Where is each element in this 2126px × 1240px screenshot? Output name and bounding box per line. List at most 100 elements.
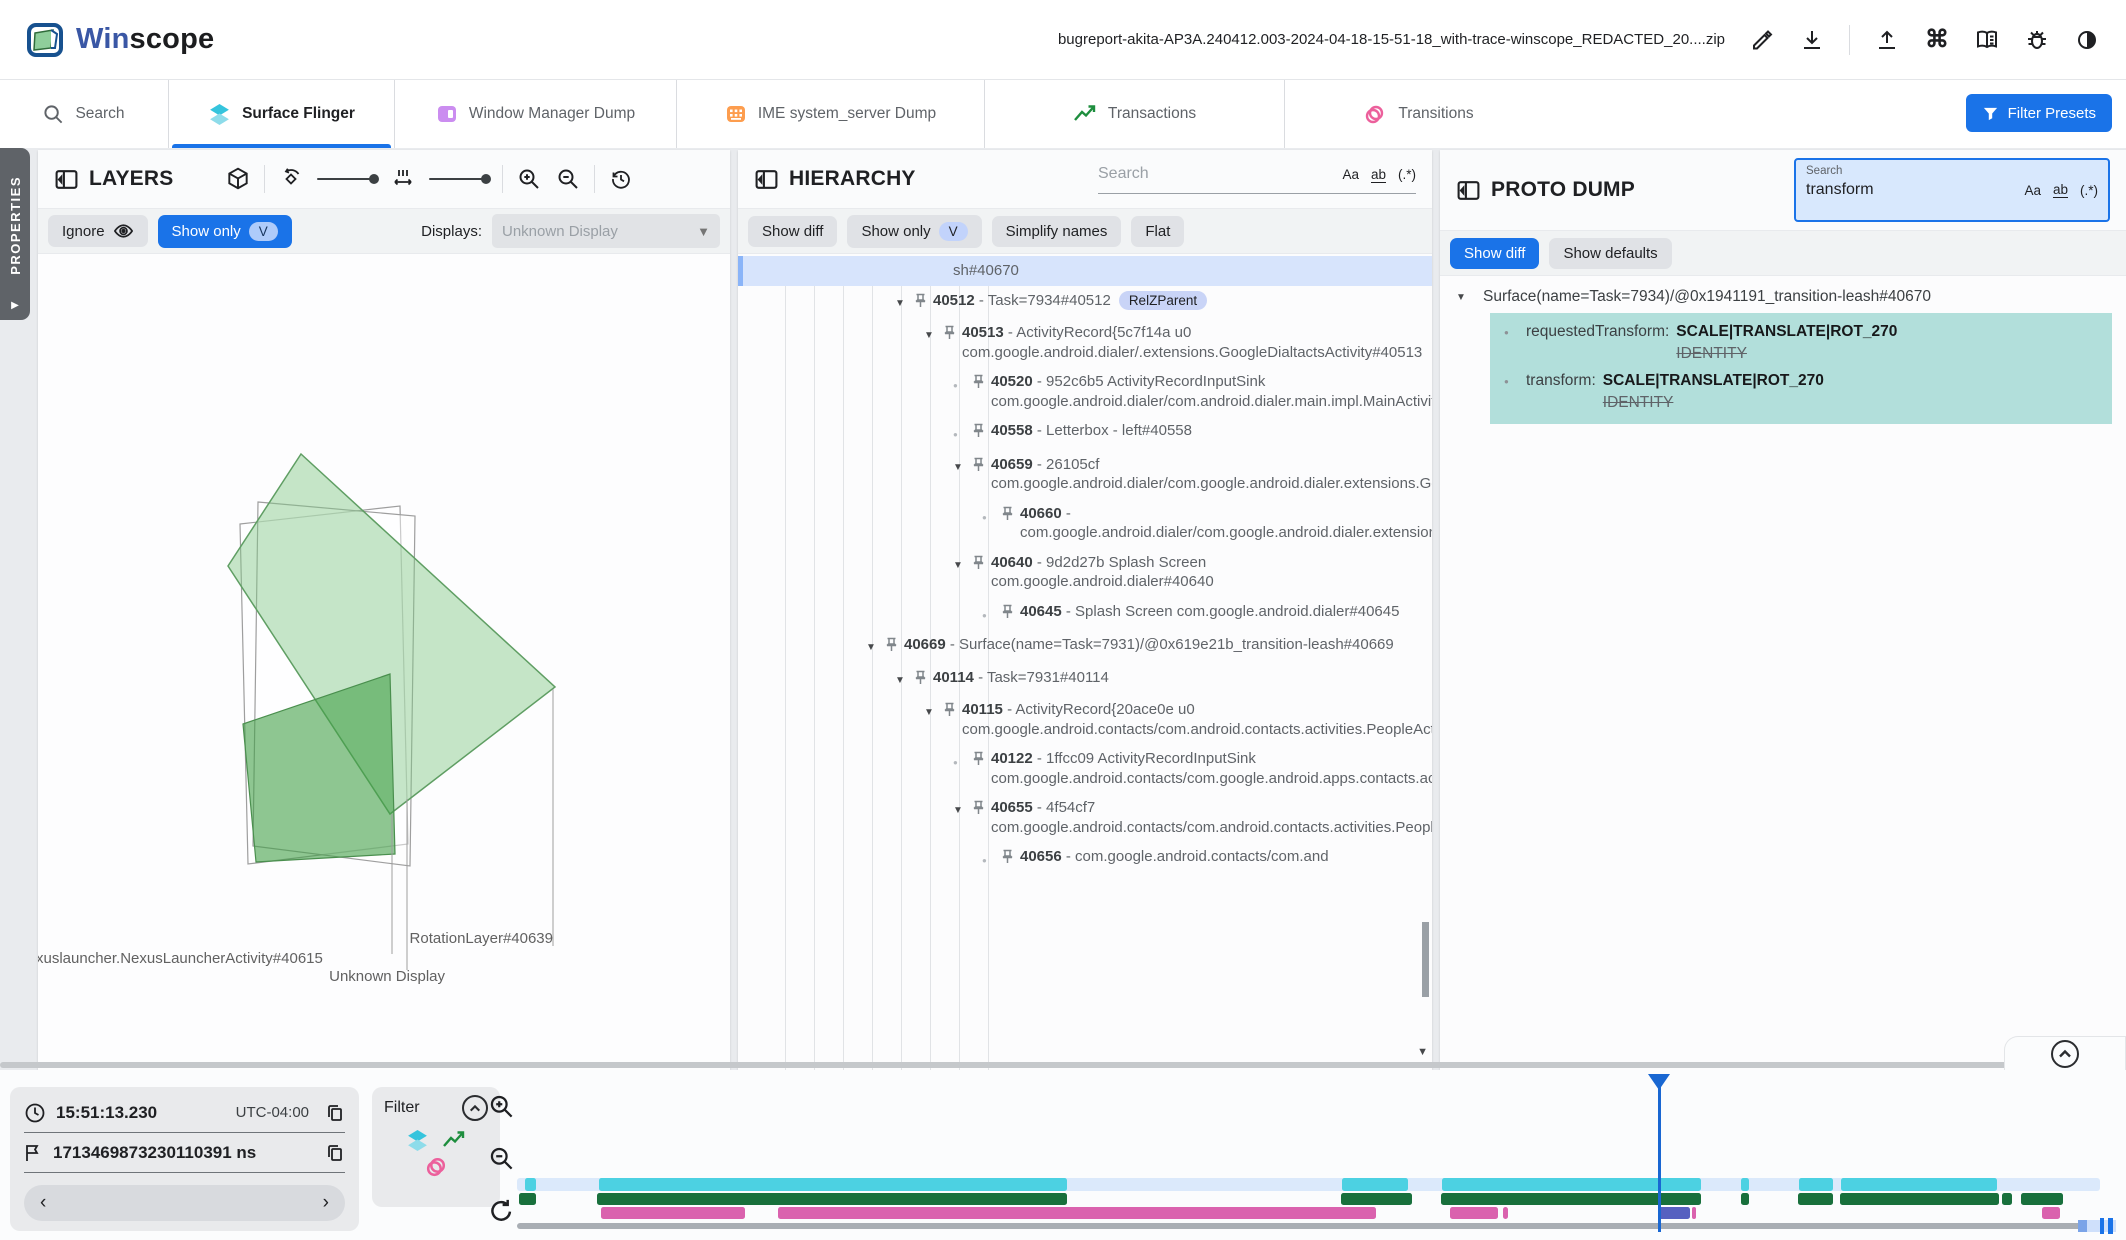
filter-layers-icon[interactable] [406, 1129, 429, 1152]
collapse-arrow-icon[interactable]: ▼ [866, 635, 885, 658]
timeline-segment[interactable] [2002, 1193, 2012, 1205]
pin-icon[interactable] [943, 323, 962, 346]
match-word-toggle[interactable]: ab [1371, 167, 1386, 183]
tree-node[interactable]: ●40645 - Splash Screen com.google.androi… [738, 597, 1432, 631]
hierarchy-scrollbar[interactable] [1422, 922, 1429, 997]
timeline-zoom-in-icon[interactable] [487, 1092, 515, 1120]
match-case-toggle[interactable]: Aa [2024, 183, 2041, 198]
timeline-segment[interactable] [599, 1178, 1067, 1191]
timeline-segment[interactable] [1799, 1178, 1833, 1191]
collapse-arrow-icon[interactable]: ▼ [953, 455, 972, 478]
pin-icon[interactable] [1001, 602, 1020, 625]
timeline-segment[interactable] [1442, 1178, 1701, 1191]
3d-view-icon[interactable] [225, 166, 251, 192]
tree-node[interactable]: ●40660 - com.google.android.dialer/com.g… [738, 499, 1432, 548]
tab-window-manager-dump[interactable]: Window Manager Dump [394, 80, 676, 148]
timeline-segment[interactable] [519, 1193, 537, 1205]
tree-node[interactable]: ▼40512 - Task=7934#40512RelZParent [738, 286, 1432, 319]
pin-icon[interactable] [972, 553, 991, 576]
reset-view-icon[interactable] [608, 166, 634, 192]
match-case-toggle[interactable]: Aa [1342, 167, 1359, 182]
timeline-segment[interactable] [1503, 1207, 1508, 1219]
proto-property[interactable]: ●transform:SCALE|TRANSLATE|ROT_270IDENTI… [1504, 372, 2100, 412]
show-only-button[interactable]: Show only V [847, 215, 981, 248]
timeline-segment[interactable] [2021, 1193, 2063, 1205]
hierarchy-search-field[interactable]: Search Aa ab (.*) [1098, 165, 1416, 194]
filter-transactions-icon[interactable] [442, 1129, 466, 1151]
pin-icon[interactable] [972, 749, 991, 772]
timeline-row-transitions[interactable] [517, 1207, 2126, 1219]
tree-node[interactable]: ●40520 - 952c6b5 ActivityRecordInputSink… [738, 367, 1432, 416]
zoom-in-icon[interactable] [516, 166, 542, 192]
tree-node[interactable]: ▼40669 - Surface(name=Task=7931)/@0x619e… [738, 630, 1432, 663]
layer-spacing-icon[interactable] [390, 166, 416, 192]
collapse-arrow-icon[interactable]: ▼ [895, 291, 914, 314]
tree-node[interactable]: ▼40655 - 4f54cf7 com.google.android.cont… [738, 793, 1432, 842]
tab-surface-flinger[interactable]: Surface Flinger [168, 80, 394, 148]
tree-node[interactable]: ▼40115 - ActivityRecord{20ace0e u0 com.g… [738, 695, 1432, 744]
zoom-out-icon[interactable] [555, 166, 581, 192]
timeline-segment[interactable] [2042, 1207, 2060, 1219]
timeline-row-transactions[interactable] [517, 1193, 2126, 1205]
tree-node[interactable]: ●40122 - 1ffcc09 ActivityRecordInputSink… [738, 744, 1432, 793]
download-icon[interactable] [1799, 27, 1825, 53]
tree-node[interactable]: ●40558 - Letterbox - left#40558 [738, 416, 1432, 450]
pin-icon[interactable] [972, 798, 991, 821]
layers-3d-scene[interactable]: RotationLayer#40639 xuslauncher.NexusLau… [38, 254, 730, 1070]
collapse-arrow-icon[interactable]: ▼ [953, 553, 972, 576]
ignore-button[interactable]: Ignore [48, 215, 148, 247]
copy-ns-icon[interactable] [325, 1143, 345, 1163]
dark-mode-icon[interactable] [2074, 27, 2100, 53]
report-bug-icon[interactable] [2024, 27, 2050, 53]
show-only-button[interactable]: Show only V [158, 215, 292, 248]
timeline-cursor-line[interactable] [1658, 1078, 1661, 1232]
collapse-arrow-icon[interactable]: ▼ [895, 668, 914, 691]
timeline-segment[interactable] [1692, 1207, 1697, 1219]
timeline-segment[interactable] [1441, 1193, 1702, 1205]
pin-icon[interactable] [1001, 504, 1020, 527]
tab-search[interactable]: Search [0, 80, 168, 148]
collapse-arrow-icon[interactable]: ▼ [1456, 288, 1475, 303]
tab-ime-system-server-dump[interactable]: IME system_server Dump [676, 80, 984, 148]
tree-node[interactable]: ▼40513 - ActivityRecord{5c7f14a u0 com.g… [738, 318, 1432, 367]
pin-icon[interactable] [885, 635, 904, 658]
horizontal-scrollbar[interactable] [0, 1062, 2076, 1068]
filter-presets-button[interactable]: Filter Presets [1966, 94, 2112, 132]
regex-toggle[interactable]: (.*) [1398, 167, 1416, 182]
tab-transactions[interactable]: Transactions [984, 80, 1284, 148]
collapse-arrow-icon[interactable]: ▼ [924, 700, 943, 723]
regex-toggle[interactable]: (.*) [2080, 183, 2098, 198]
pin-icon[interactable] [972, 372, 991, 395]
show-diff-button[interactable]: Show diff [748, 216, 837, 247]
timeline-segment[interactable] [1341, 1193, 1412, 1205]
timeline-strip[interactable] [517, 1070, 2126, 1240]
spacing-slider[interactable] [429, 178, 489, 180]
tree-node[interactable]: ●40656 - com.google.android.contacts/com… [738, 842, 1432, 876]
timeline-segment[interactable] [1841, 1178, 1997, 1191]
pin-icon[interactable] [1001, 847, 1020, 870]
copy-time-icon[interactable] [325, 1103, 345, 1123]
proto-search-field[interactable]: Search transform Aa ab (.*) [1794, 158, 2110, 222]
flat-button[interactable]: Flat [1131, 216, 1184, 247]
proto-root-node[interactable]: ▼ Surface(name=Task=7934)/@0x1941191_tra… [1456, 288, 2112, 306]
show-defaults-button[interactable]: Show defaults [1549, 238, 1671, 269]
pin-icon[interactable] [972, 421, 991, 444]
scroll-down-icon[interactable]: ▼ [1417, 1043, 1428, 1063]
timeline-selected-segment[interactable] [1658, 1207, 1690, 1219]
tree-node[interactable]: sh#40670 [738, 256, 1432, 286]
pin-icon[interactable] [914, 668, 933, 691]
edit-file-icon[interactable] [1749, 27, 1775, 53]
collapse-filter-icon[interactable] [462, 1095, 488, 1121]
tree-node[interactable]: ▼40640 - 9d2d27b Splash Screen com.googl… [738, 548, 1432, 597]
collapse-arrow-icon[interactable]: ▼ [924, 323, 943, 346]
pin-icon[interactable] [914, 291, 933, 314]
proto-property[interactable]: ●requestedTransform:SCALE|TRANSLATE|ROT_… [1504, 323, 2100, 363]
timeline-segment[interactable] [525, 1178, 536, 1191]
displays-select[interactable]: Unknown Display ▼ [492, 214, 720, 248]
filter-transitions-icon[interactable] [424, 1154, 449, 1179]
upload-icon[interactable] [1874, 27, 1900, 53]
pin-icon[interactable] [943, 700, 962, 723]
timeline-segment[interactable] [1741, 1178, 1749, 1191]
next-frame-button[interactable]: › [323, 1192, 329, 1214]
tab-transitions[interactable]: Transitions [1284, 80, 1552, 148]
